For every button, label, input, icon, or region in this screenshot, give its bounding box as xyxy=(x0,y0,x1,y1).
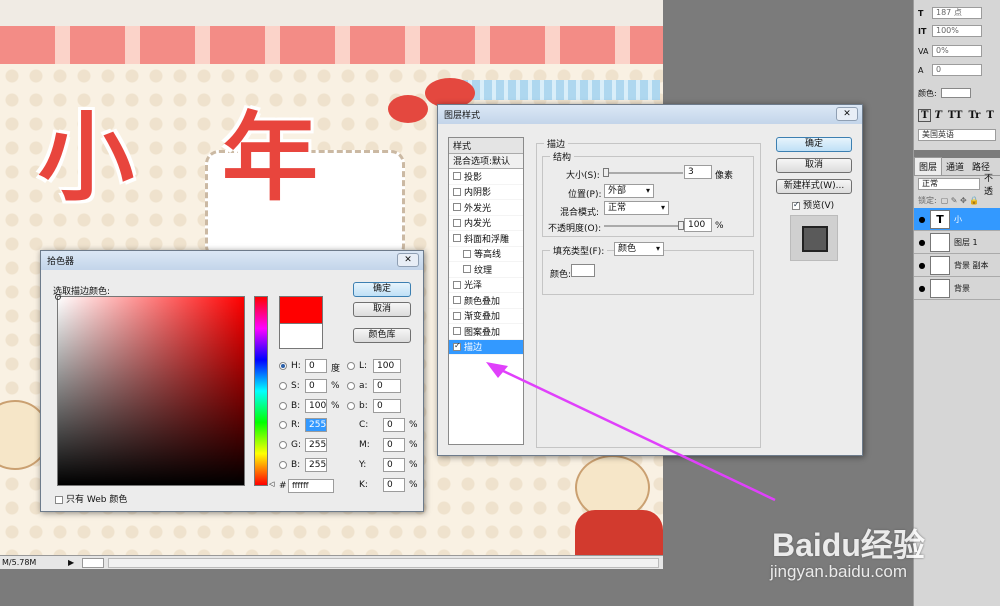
arrow-head-icon xyxy=(486,362,508,378)
baidu-watermark-url: jingyan.baidu.com xyxy=(770,562,908,581)
annotation-arrow xyxy=(486,362,776,502)
arrow-line xyxy=(496,366,776,502)
baidu-watermark-logo: Baidu经验 xyxy=(772,527,925,563)
